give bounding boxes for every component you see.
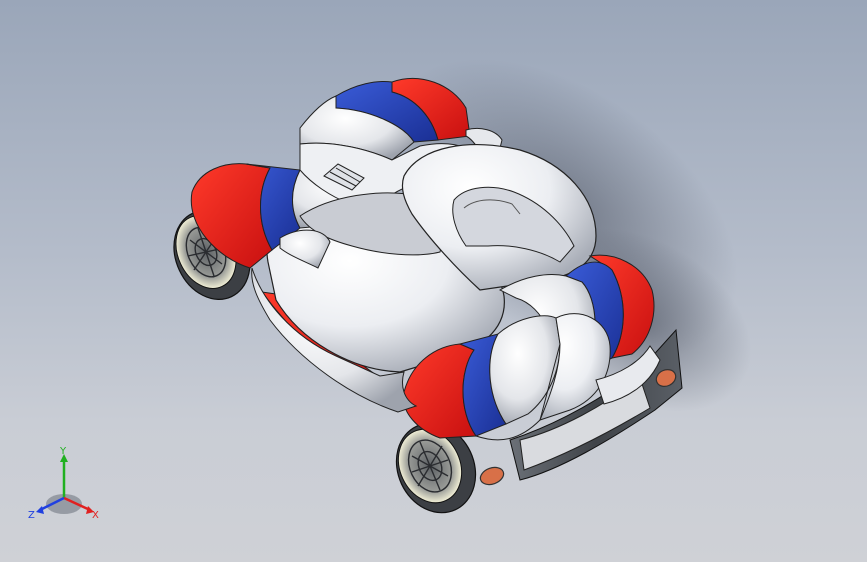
y-axis-label: Y	[59, 446, 67, 457]
headlight-left	[479, 466, 505, 486]
z-axis-arrow	[36, 506, 44, 514]
z-axis-label: Z	[28, 510, 35, 521]
coordinate-triad[interactable]: Y X Z	[26, 446, 106, 524]
vehicle-model[interactable]	[0, 0, 867, 562]
3d-viewport[interactable]: Y X Z	[0, 0, 867, 562]
x-axis-label: X	[92, 510, 99, 521]
